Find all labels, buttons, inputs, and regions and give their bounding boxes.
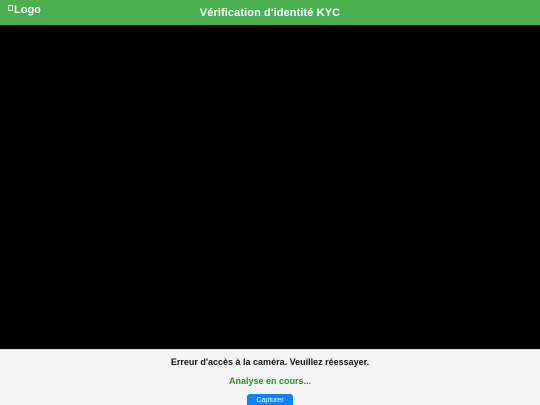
camera-video-feed (0, 25, 540, 349)
logo: Logo (8, 4, 41, 16)
analysis-status: Analyse en cours... (228, 376, 312, 386)
header-bar: Logo Vérification d'identité KYC (0, 0, 540, 25)
logo-alt-text: Logo (14, 4, 41, 16)
broken-image-icon (8, 5, 13, 11)
capture-button[interactable]: Capturer (247, 394, 293, 405)
page-title: Vérification d'identité KYC (199, 6, 341, 19)
kyc-page: Logo Vérification d'identité KYC Erreur … (0, 0, 540, 405)
camera-error-message: Erreur d'accès à la caméra. Veuillez rée… (170, 357, 370, 367)
camera-controls: Erreur d'accès à la caméra. Veuillez rée… (0, 349, 540, 405)
